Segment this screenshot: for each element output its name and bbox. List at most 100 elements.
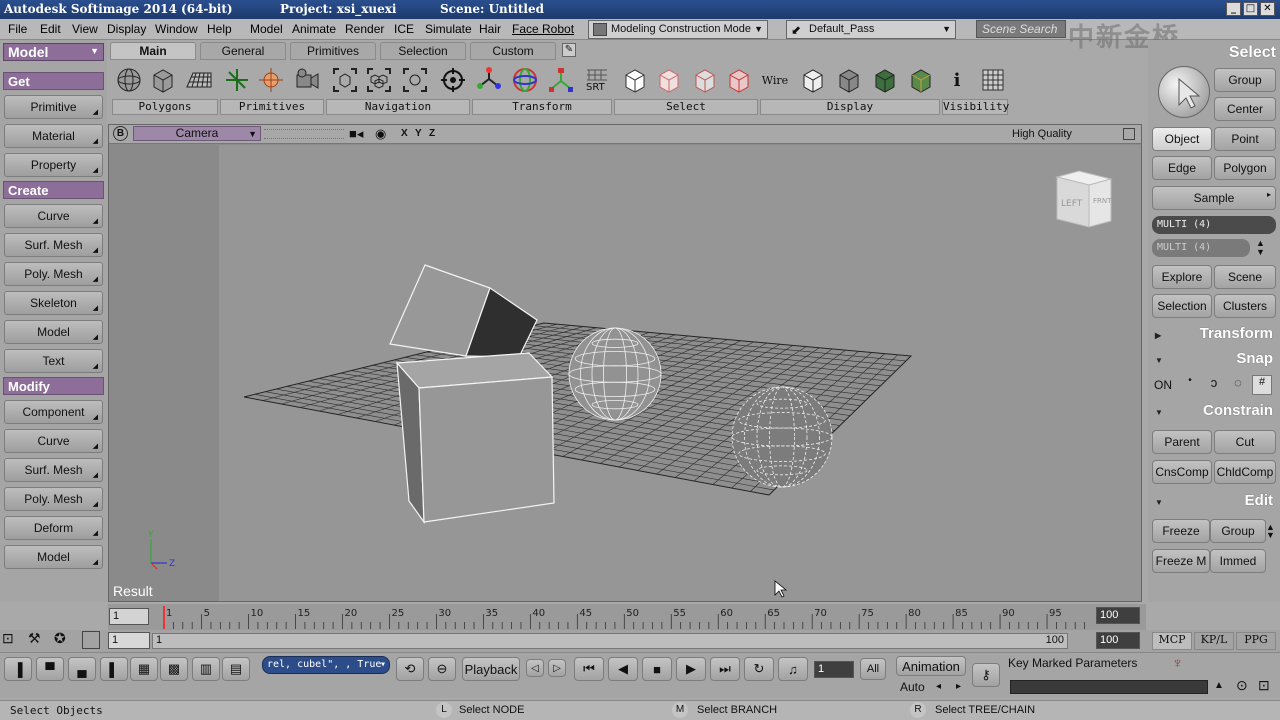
menu-simulate[interactable]: Simulate	[425, 22, 472, 36]
mode-dropdown[interactable]: Modeling Construction Mode ▼	[588, 20, 768, 39]
tab-ppg[interactable]: PPG	[1236, 632, 1276, 650]
transform-icon[interactable]	[474, 65, 504, 95]
srt-icon[interactable]: SRT	[582, 65, 612, 95]
layout-custom-icon[interactable]: ▤	[222, 657, 250, 681]
viewport-badge[interactable]: B	[113, 126, 128, 141]
edit-group-button[interactable]: Group	[1210, 519, 1266, 543]
primitive-button[interactable]: Primitive ◢	[4, 95, 103, 119]
camera-view-icon[interactable]: ■◂	[349, 126, 363, 142]
timeline[interactable]: 1 1 5 10 15 20 25 30 35 40 45 50 55 60 65 70 75 80 85 90 95…	[108, 604, 1146, 630]
freeze-button[interactable]: Freeze	[1152, 519, 1210, 543]
snap-header[interactable]: ▼ Snap	[1152, 350, 1276, 370]
modify-surf-mesh-button[interactable]: Surf. Mesh ◢	[4, 458, 103, 482]
solid-cube-icon[interactable]	[834, 65, 864, 95]
create-surf-mesh-button[interactable]: Surf. Mesh ◢	[4, 233, 103, 257]
panel-icon[interactable]	[82, 631, 100, 649]
all-button[interactable]: All	[860, 658, 886, 680]
textured-cube-icon[interactable]	[870, 65, 900, 95]
chldcomp-button[interactable]: ChldComp	[1214, 460, 1276, 484]
tab-mcp[interactable]: MCP	[1152, 632, 1192, 650]
freeze-m-button[interactable]: Freeze M	[1152, 549, 1210, 573]
modify-poly-mesh-button[interactable]: Poly. Mesh ◢	[4, 487, 103, 511]
material-button[interactable]: Material ◢	[4, 124, 103, 148]
menu-edit[interactable]: Edit	[40, 22, 61, 36]
wire-cube-icon[interactable]	[620, 65, 650, 95]
menu-window[interactable]: Window	[155, 22, 198, 36]
sample-button[interactable]: Sample ▸	[1152, 186, 1276, 210]
edge-button[interactable]: Edge	[1152, 156, 1212, 180]
layout-quad-icon[interactable]: ▦	[130, 657, 158, 681]
snap-curve-icon[interactable]: ↄ	[1204, 375, 1224, 395]
cnscomp-button[interactable]: CnsComp	[1152, 460, 1212, 484]
layout-1-icon[interactable]: ▐	[4, 657, 32, 681]
menu-hair[interactable]: Hair	[479, 22, 501, 36]
menu-display[interactable]: Display	[107, 22, 146, 36]
axis-z-toggle[interactable]: Z	[429, 128, 435, 139]
key-icon[interactable]: ⚷	[972, 663, 1000, 687]
eye-icon[interactable]: ◉	[375, 126, 386, 142]
auto-key-toggle[interactable]: Auto	[900, 680, 925, 694]
bounding-box-icon[interactable]	[798, 65, 828, 95]
sphere-icon[interactable]	[114, 65, 144, 95]
tab-primitives[interactable]: Primitives	[290, 42, 376, 60]
tab-kpl[interactable]: KP/L	[1194, 632, 1234, 650]
textured-decal-icon[interactable]	[906, 65, 936, 95]
menu-file[interactable]: File	[8, 22, 27, 36]
module-selector[interactable]: Model ▼	[3, 43, 104, 61]
modify-component-button[interactable]: Component ◢	[4, 400, 103, 424]
create-skeleton-button[interactable]: Skeleton ◢	[4, 291, 103, 315]
scale-icon[interactable]	[546, 65, 576, 95]
range-start-field[interactable]: 1	[108, 632, 150, 649]
selection-field-2[interactable]: MULTI (4)	[1152, 239, 1250, 257]
create-model-button[interactable]: Model ◢	[4, 320, 103, 344]
lock-key-icon[interactable]: ⊡	[1258, 677, 1270, 694]
layout-4-icon[interactable]: ▌	[100, 657, 128, 681]
timeline-ruler[interactable]: 1 5 10 15 20 25 30 35 40 45 50 55 60 65 70 75 80 85 90 95	[162, 604, 1092, 630]
object-button[interactable]: Object	[1152, 127, 1212, 151]
menu-model[interactable]: Model	[250, 22, 283, 36]
layout-split-icon[interactable]: ▥	[192, 657, 220, 681]
selection-button[interactable]: Selection	[1152, 294, 1212, 318]
create-curve-button[interactable]: Curve ◢	[4, 204, 103, 228]
next-icon[interactable]: ▸	[956, 681, 961, 692]
snap-point-icon[interactable]: •	[1180, 375, 1200, 395]
menu-ice[interactable]: ICE	[394, 22, 414, 36]
modify-curve-button[interactable]: Curve ◢	[4, 429, 103, 453]
close-button[interactable]: ✕	[1260, 2, 1275, 16]
light-icon[interactable]	[256, 65, 286, 95]
scene-button[interactable]: Scene	[1214, 265, 1276, 289]
transform-header[interactable]: ▶ Transform	[1152, 325, 1276, 345]
axis-y-toggle[interactable]: Y	[415, 128, 422, 139]
next-key-icon[interactable]: ▷	[548, 659, 566, 677]
chevron-up-icon[interactable]: ▲	[1214, 680, 1224, 691]
shaded-wire-icon[interactable]	[690, 65, 720, 95]
script-icon[interactable]: ⟲	[396, 657, 424, 681]
layout-3-icon[interactable]: ▄	[68, 657, 96, 681]
scene-search-input[interactable]: Scene Search	[976, 20, 1066, 38]
loop-icon[interactable]: ↻	[744, 657, 774, 681]
minimize-button[interactable]: _	[1226, 2, 1241, 16]
snap-surface-icon[interactable]: ◌	[1228, 375, 1248, 395]
camera-icon[interactable]	[292, 65, 322, 95]
center-button[interactable]: Center	[1214, 97, 1276, 121]
clusters-button[interactable]: Clusters	[1214, 294, 1276, 318]
lock-icon[interactable]: ⊖	[428, 657, 456, 681]
play-forward-icon[interactable]: ▶	[676, 657, 706, 681]
range-end-field[interactable]: 100	[1096, 632, 1140, 649]
snap-on-toggle[interactable]: ON	[1154, 378, 1172, 392]
first-frame-icon[interactable]: ⏮	[574, 657, 604, 681]
polygon-button[interactable]: Polygon	[1214, 156, 1276, 180]
info-icon[interactable]: i	[942, 65, 972, 95]
grid-icon[interactable]	[184, 65, 214, 95]
animation-button[interactable]: Animation	[896, 656, 966, 676]
playback-button[interactable]: Playback	[462, 657, 520, 681]
quality-label[interactable]: High Quality	[1012, 128, 1072, 140]
property-button[interactable]: Property ◢	[4, 153, 103, 177]
target-icon[interactable]	[438, 65, 468, 95]
layout-icon[interactable]: ⊡	[2, 630, 14, 647]
maximize-viewport-icon[interactable]	[1123, 128, 1135, 140]
prev-icon[interactable]: ◂	[936, 681, 941, 692]
tools-icon[interactable]: ⚒	[28, 630, 41, 647]
view-slots-icon[interactable]	[264, 129, 344, 139]
hidden-line-icon[interactable]	[654, 65, 684, 95]
